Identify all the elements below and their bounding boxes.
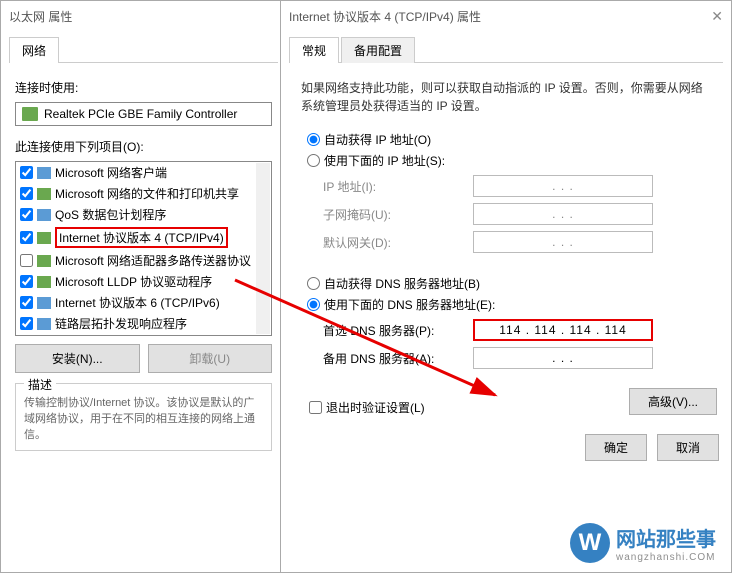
protocol-icon (37, 188, 51, 200)
scrollbar[interactable] (256, 163, 270, 334)
item-checkbox[interactable] (20, 254, 33, 267)
validate-checkbox[interactable]: 退出时验证设置(L) (309, 399, 425, 416)
checkbox-input[interactable] (309, 401, 322, 414)
description-text: 传输控制协议/Internet 协议。该协议是默认的广域网络协议，用于在不同的相… (24, 394, 263, 442)
auto-ip-radio[interactable]: 自动获得 IP 地址(O) (307, 131, 717, 148)
dialog-buttons: 确定 取消 (293, 434, 719, 461)
protocol-icon (37, 209, 51, 221)
radio-input[interactable] (307, 133, 320, 146)
ip-input[interactable]: . . . (473, 175, 653, 197)
nic-icon (22, 107, 38, 121)
list-item[interactable]: 链路层拓扑发现响应程序 (16, 313, 271, 334)
item-checkbox[interactable] (20, 231, 33, 244)
protocol-icon (37, 318, 51, 330)
close-icon[interactable]: ✕ (711, 8, 723, 25)
auto-ip-label: 自动获得 IP 地址(O) (324, 131, 431, 148)
dialog-title: 以太网 属性 (9, 8, 278, 25)
nic-field[interactable]: Realtek PCIe GBE Family Controller (15, 102, 272, 126)
item-checkbox[interactable] (20, 275, 33, 288)
item-label: Microsoft 网络适配器多路传送器协议 (55, 252, 251, 269)
title-bar: 以太网 属性 (1, 1, 286, 31)
gateway-input[interactable]: . . . (473, 231, 653, 253)
item-label: Microsoft LLDP 协议驱动程序 (55, 273, 212, 290)
ip-address-row: IP 地址(I): . . . (323, 175, 717, 197)
description-group: 描述 传输控制协议/Internet 协议。该协议是默认的广域网络协议，用于在不… (15, 383, 272, 451)
mask-input[interactable]: . . . (473, 203, 653, 225)
auto-dns-radio[interactable]: 自动获得 DNS 服务器地址(B) (307, 275, 717, 292)
advanced-button[interactable]: 高级(V)... (629, 388, 717, 415)
item-checkbox[interactable] (20, 208, 33, 221)
watermark-brand: 网站那些事 (616, 529, 716, 551)
gateway-row: 默认网关(D): . . . (323, 231, 717, 253)
radio-input[interactable] (307, 277, 320, 290)
radio-input[interactable] (307, 298, 320, 311)
radio-input[interactable] (307, 154, 320, 167)
mask-label: 子网掩码(U): (323, 206, 473, 223)
list-item[interactable]: Microsoft 网络适配器多路传送器协议 (16, 250, 271, 271)
ip-label: IP 地址(I): (323, 178, 473, 195)
manual-ip-label: 使用下面的 IP 地址(S): (324, 152, 445, 169)
cancel-button[interactable]: 取消 (657, 434, 719, 461)
dns2-row: 备用 DNS 服务器(A): . . . (323, 347, 717, 369)
tab-alternate[interactable]: 备用配置 (341, 37, 415, 63)
protocol-icon (37, 255, 51, 267)
panel: 如果网络支持此功能，则可以获取自动指派的 IP 设置。否则，你需要从网络系统管理… (281, 63, 731, 426)
items-label: 此连接使用下列项目(O): (15, 138, 272, 155)
dialog-title: Internet 协议版本 4 (TCP/IPv4) 属性 (289, 8, 711, 25)
dns2-label: 备用 DNS 服务器(A): (323, 350, 473, 367)
nic-name: Realtek PCIe GBE Family Controller (44, 107, 237, 121)
auto-dns-label: 自动获得 DNS 服务器地址(B) (324, 275, 480, 292)
manual-dns-radio[interactable]: 使用下面的 DNS 服务器地址(E): (307, 296, 717, 313)
panel: 连接时使用: Realtek PCIe GBE Family Controlle… (1, 63, 286, 471)
dns1-row: 首选 DNS 服务器(P): 114 . 114 . 114 . 114 (323, 319, 717, 341)
list-item[interactable]: Internet 协议版本 4 (TCP/IPv4) (16, 225, 271, 250)
ok-button[interactable]: 确定 (585, 434, 647, 461)
watermark: W 网站那些事 wangzhanshi.COM (570, 523, 716, 563)
tab-general[interactable]: 常规 (289, 37, 339, 63)
subnet-row: 子网掩码(U): . . . (323, 203, 717, 225)
install-button[interactable]: 安装(N)... (15, 344, 140, 373)
item-label: QoS 数据包计划程序 (55, 206, 166, 223)
connect-using-label: 连接时使用: (15, 79, 272, 96)
item-label: 链路层拓扑发现响应程序 (55, 315, 187, 332)
list-item[interactable]: Microsoft 网络客户端 (16, 162, 271, 183)
manual-ip-radio[interactable]: 使用下面的 IP 地址(S): (307, 152, 717, 169)
description-title: 描述 (24, 376, 56, 393)
item-checkbox[interactable] (20, 296, 33, 309)
ipv4-properties-dialog: Internet 协议版本 4 (TCP/IPv4) 属性 ✕ 常规 备用配置 … (280, 0, 732, 573)
list-item[interactable]: Internet 协议版本 6 (TCP/IPv6) (16, 292, 271, 313)
watermark-url: wangzhanshi.COM (616, 552, 716, 563)
gateway-label: 默认网关(D): (323, 234, 473, 251)
list-item[interactable]: Microsoft LLDP 协议驱动程序 (16, 271, 271, 292)
watermark-logo: W (570, 523, 610, 563)
uninstall-button[interactable]: 卸载(U) (148, 344, 273, 373)
manual-dns-label: 使用下面的 DNS 服务器地址(E): (324, 296, 495, 313)
dns1-label: 首选 DNS 服务器(P): (323, 322, 473, 339)
title-bar: Internet 协议版本 4 (TCP/IPv4) 属性 ✕ (281, 1, 731, 31)
ethernet-properties-dialog: 以太网 属性 网络 连接时使用: Realtek PCIe GBE Family… (0, 0, 287, 573)
tab-strip: 常规 备用配置 (289, 37, 723, 63)
network-items-list[interactable]: Microsoft 网络客户端 Microsoft 网络的文件和打印机共享 QoS … (15, 161, 272, 336)
item-checkbox[interactable] (20, 166, 33, 179)
item-label: Internet 协议版本 6 (TCP/IPv6) (55, 294, 220, 311)
item-label: Microsoft 网络的文件和打印机共享 (55, 185, 239, 202)
validate-label: 退出时验证设置(L) (326, 399, 425, 416)
dns1-input[interactable]: 114 . 114 . 114 . 114 (473, 319, 653, 341)
protocol-icon (37, 297, 51, 309)
button-row: 安装(N)... 卸载(U) (15, 344, 272, 373)
item-checkbox[interactable] (20, 187, 33, 200)
protocol-icon (37, 276, 51, 288)
item-label: Microsoft 网络客户端 (55, 164, 167, 181)
protocol-icon (37, 232, 51, 244)
item-checkbox[interactable] (20, 317, 33, 330)
tab-strip: 网络 (9, 37, 278, 63)
item-label: Internet 协议版本 4 (TCP/IPv4) (55, 227, 228, 248)
dns2-input[interactable]: . . . (473, 347, 653, 369)
help-text: 如果网络支持此功能，则可以获取自动指派的 IP 设置。否则，你需要从网络系统管理… (301, 79, 711, 115)
tab-network[interactable]: 网络 (9, 37, 59, 63)
list-item[interactable]: QoS 数据包计划程序 (16, 204, 271, 225)
list-item[interactable]: Microsoft 网络的文件和打印机共享 (16, 183, 271, 204)
protocol-icon (37, 167, 51, 179)
